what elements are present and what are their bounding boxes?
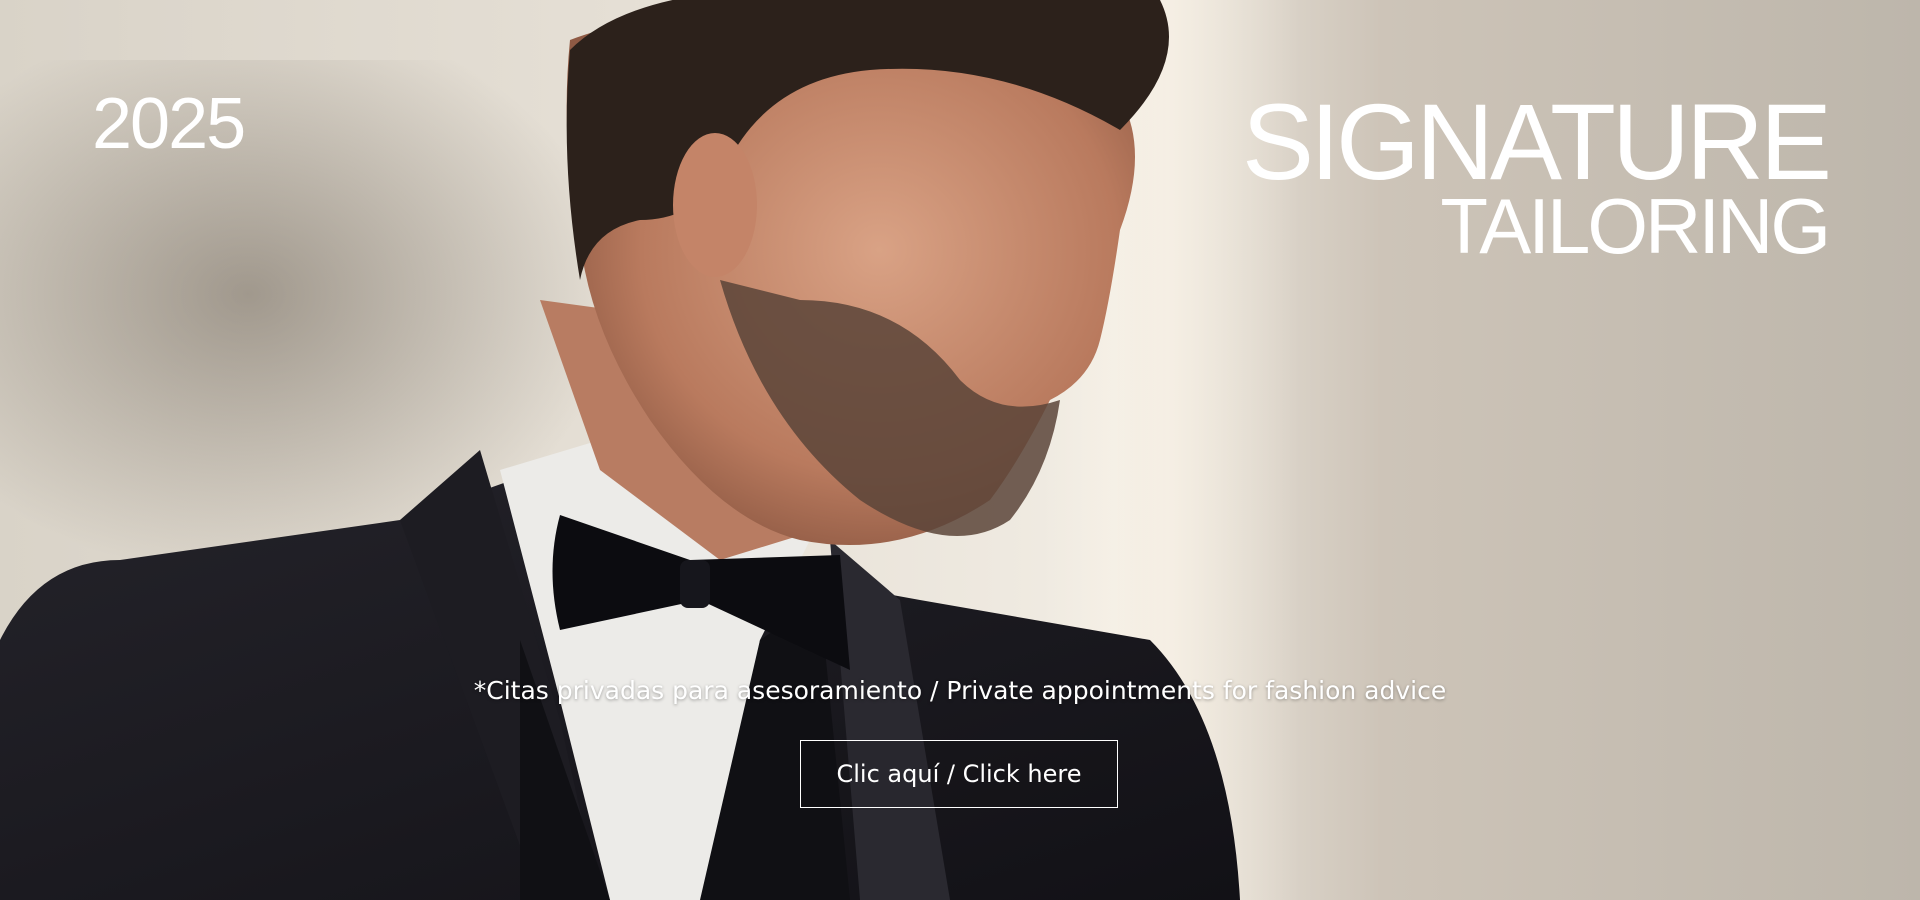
brand-title: SIGNATURE TAILORING (1241, 81, 1832, 271)
bow-tie-knot (680, 560, 710, 608)
ear (673, 133, 757, 277)
click-here-button[interactable]: Clic aquí / Click here (800, 740, 1118, 808)
brand-title-line1: SIGNATURE (1241, 81, 1832, 202)
brand-title-line2: TAILORING (1440, 182, 1831, 271)
year-label: 2025 (92, 84, 246, 164)
hero-banner: 2025 SIGNATURE TAILORING *Citas privadas… (0, 0, 1920, 900)
appointment-tagline: *Citas privadas para asesoramiento / Pri… (473, 676, 1447, 705)
